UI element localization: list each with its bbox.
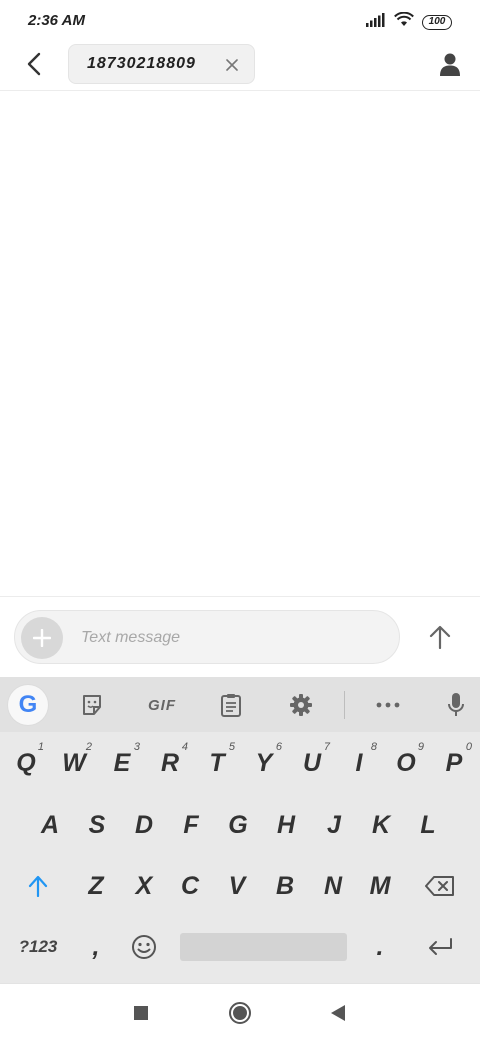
square-icon [134,1006,148,1020]
status-icons: 100 [366,11,452,32]
home-button[interactable] [225,998,255,1028]
key-c[interactable]: C [168,860,212,912]
keyboard: G GIF Q 1 W 2 E 3 R 4 T 5 Y 6 U 7 I 8 O … [0,677,480,983]
key-a[interactable]: A [28,799,72,851]
gif-button[interactable]: GIF [140,685,184,725]
system-nav-bar [0,983,480,1040]
battery-icon: 100 [422,14,452,30]
close-icon [226,59,238,71]
message-input[interactable]: Text message [14,610,400,664]
key-r[interactable]: R4 [148,737,192,789]
key-o[interactable]: O9 [384,737,428,789]
wifi-icon [394,11,414,32]
signal-icon [366,12,386,32]
comma-key[interactable]: , [74,921,118,973]
emoji-key[interactable] [122,921,166,973]
plus-icon [33,629,51,647]
shift-arrow-icon [28,875,48,897]
key-w[interactable]: W2 [52,737,96,789]
gif-label: GIF [148,696,176,714]
key-x[interactable]: X [122,860,166,912]
back-button[interactable] [18,48,50,80]
compose-bar: Text message [0,596,480,677]
circle-icon [229,1002,251,1024]
key-v[interactable]: V [215,860,259,912]
more-button[interactable] [368,685,408,725]
key-n[interactable]: N [311,860,355,912]
key-f[interactable]: F [169,799,213,851]
person-icon [440,53,460,76]
key-g[interactable]: G [216,799,260,851]
space-key[interactable] [180,933,347,961]
symbols-key[interactable]: ?123 [10,921,66,973]
clipboard-button[interactable] [211,685,251,725]
voice-input-button[interactable] [436,685,476,725]
key-p[interactable]: P0 [432,737,476,789]
google-button[interactable]: G [8,685,48,725]
arrow-up-icon [429,625,451,649]
more-horizontal-icon [376,702,400,708]
key-m[interactable]: M [358,860,402,912]
settings-button[interactable] [281,685,321,725]
send-button[interactable] [422,619,458,655]
message-list [0,92,480,596]
key-h[interactable]: H [264,799,308,851]
enter-icon [429,938,452,955]
gear-icon [290,694,312,716]
clipboard-icon [221,694,241,717]
sticker-button[interactable] [72,685,112,725]
status-bar: 2:36 AM 100 [0,0,480,42]
microphone-icon [448,693,464,716]
key-t[interactable]: T5 [195,737,239,789]
key-z[interactable]: Z [74,860,118,912]
key-e[interactable]: E3 [100,737,144,789]
shift-key[interactable] [16,860,60,912]
period-key[interactable]: . [358,921,402,973]
key-d[interactable]: D [122,799,166,851]
conversation-header: 18730218809 [0,42,480,91]
add-contact-button[interactable] [434,48,466,80]
status-time: 2:36 AM [28,12,85,29]
recipient-chip[interactable]: 18730218809 [68,44,255,84]
enter-key[interactable] [418,921,462,973]
key-s[interactable]: S [75,799,119,851]
key-y[interactable]: Y6 [242,737,286,789]
key-q[interactable]: Q1 [4,737,48,789]
key-i[interactable]: I8 [337,737,381,789]
message-placeholder: Text message [81,629,181,646]
key-b[interactable]: B [263,860,307,912]
key-u[interactable]: U7 [290,737,334,789]
triangle-back-icon [331,1005,345,1021]
recipient-number: 18730218809 [87,55,196,72]
key-k[interactable]: K [359,799,403,851]
remove-recipient-button[interactable] [224,57,240,73]
key-j[interactable]: J [312,799,356,851]
toolbar-divider [344,691,345,719]
smiley-icon [132,935,156,959]
backspace-key[interactable] [418,860,462,912]
google-icon: G [18,691,38,718]
backspace-icon [425,876,454,896]
key-l[interactable]: L [406,799,450,851]
attach-button[interactable] [21,617,63,659]
chevron-left-icon [27,52,41,76]
sticker-icon [83,695,101,715]
keyboard-toolbar: G GIF [0,677,480,732]
back-nav-button[interactable] [323,998,353,1028]
recents-button[interactable] [126,998,156,1028]
